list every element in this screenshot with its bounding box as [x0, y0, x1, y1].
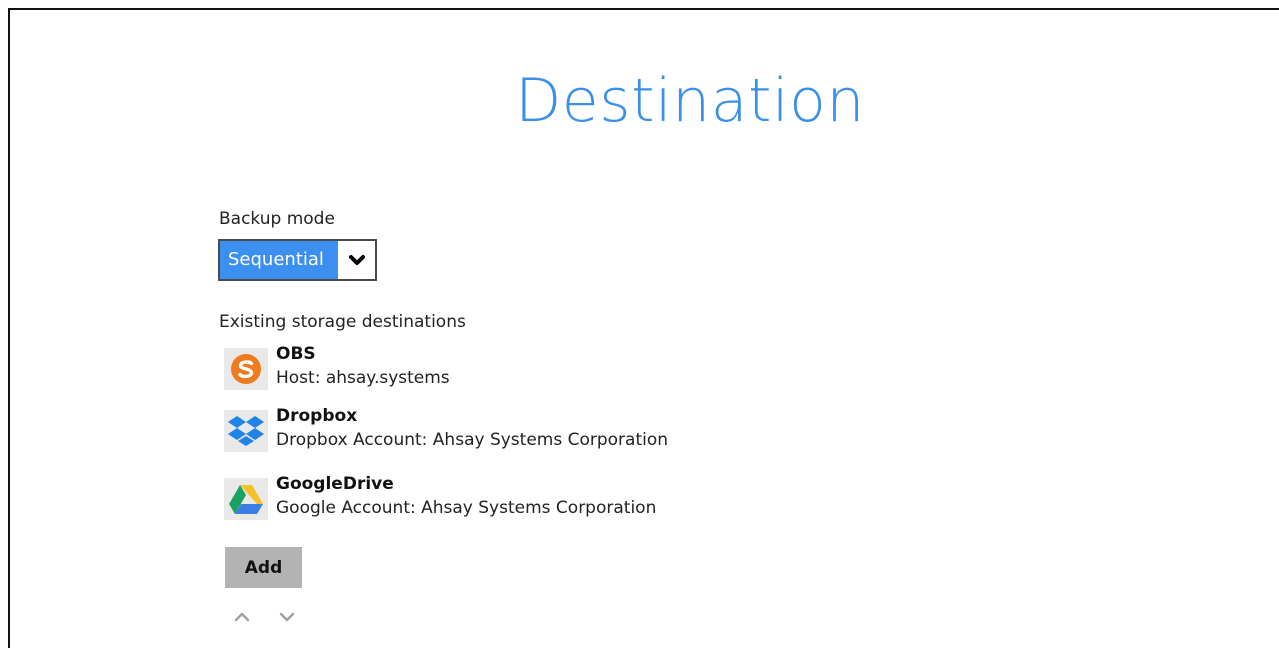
destination-item-obs[interactable]: OBS Host: ahsay.systems: [224, 344, 824, 394]
add-button[interactable]: Add: [225, 547, 302, 588]
page-title: Destination: [515, 66, 865, 136]
backup-mode-value: Sequential: [220, 241, 338, 279]
chevron-down-icon[interactable]: [276, 608, 298, 626]
destination-name: Dropbox: [276, 406, 358, 426]
destination-detail: Host: ahsay.systems: [276, 368, 450, 388]
destination-name: GoogleDrive: [276, 474, 394, 494]
destination-detail: Dropbox Account: Ahsay Systems Corporati…: [276, 430, 669, 450]
dropbox-icon: [224, 410, 268, 452]
destination-name: OBS: [276, 344, 316, 364]
destination-detail: Google Account: Ahsay Systems Corporatio…: [276, 498, 657, 518]
chevron-down-icon: [338, 241, 375, 279]
google-drive-icon: [224, 478, 268, 520]
destination-item-googledrive[interactable]: GoogleDrive Google Account: Ahsay System…: [224, 474, 824, 524]
chevron-up-icon[interactable]: [231, 608, 253, 626]
backup-mode-label: Backup mode: [219, 209, 335, 229]
backup-mode-select[interactable]: Sequential: [218, 239, 377, 281]
destination-item-dropbox[interactable]: Dropbox Dropbox Account: Ahsay Systems C…: [224, 406, 824, 456]
destinations-label: Existing storage destinations: [219, 312, 466, 332]
obs-icon: [224, 348, 268, 390]
